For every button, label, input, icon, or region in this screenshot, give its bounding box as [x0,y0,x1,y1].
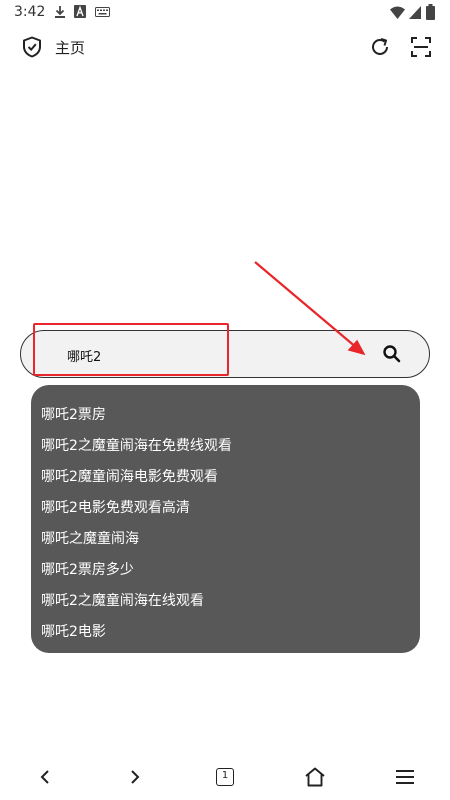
suggestion-item[interactable]: 哪吒2票房 [31,400,420,431]
suggestion-item[interactable]: 哪吒2电影 [31,617,420,648]
page-title: 主页 [55,39,86,57]
menu-button[interactable] [390,762,420,792]
status-bar: 3:42 [0,0,450,26]
scan-icon[interactable] [410,36,432,58]
back-button[interactable] [30,762,60,792]
text-a-icon [74,5,86,18]
suggestion-item[interactable]: 哪吒2之魔童闹海在线观看 [31,586,420,617]
header: 主页 [0,28,450,68]
signal-icon [409,6,421,19]
menu-icon [396,770,414,784]
bottom-nav: 1 [0,752,450,800]
refresh-icon[interactable] [369,36,391,58]
search-suggestions: 哪吒2票房 哪吒2之魔童闹海在免费线观看 哪吒2魔童闹海电影免费观看 哪吒2电影… [31,385,420,653]
suggestion-item[interactable]: 哪吒2之魔童闹海在免费线观看 [31,431,420,462]
keyboard-icon [95,7,110,17]
shield-check-icon[interactable] [22,36,42,58]
suggestion-item[interactable]: 哪吒之魔童闹海 [31,524,420,555]
suggestion-item[interactable]: 哪吒2票房多少 [31,555,420,586]
suggestion-item[interactable]: 哪吒2魔童闹海电影免费观看 [31,462,420,493]
forward-button[interactable] [120,762,150,792]
annotation-highlight-box [33,323,229,376]
battery-icon [426,4,435,20]
tabs-icon: 1 [216,768,234,786]
wifi-icon [390,6,405,19]
tabs-button[interactable]: 1 [210,762,240,792]
home-icon [305,767,325,787]
search-icon[interactable] [381,343,403,365]
home-button[interactable] [300,762,330,792]
status-time: 3:42 [14,4,46,20]
suggestion-item[interactable]: 哪吒2电影免费观看高清 [31,493,420,524]
back-icon [40,770,49,784]
download-icon [55,6,65,18]
forward-icon [131,770,140,784]
